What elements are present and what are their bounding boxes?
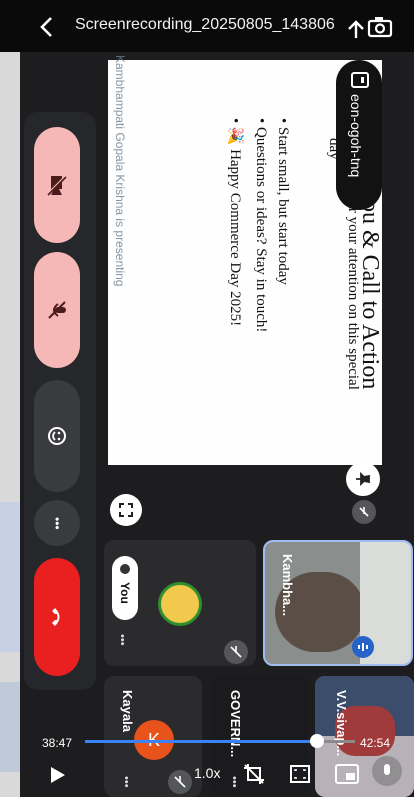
avatar	[158, 582, 202, 626]
end-call-button[interactable]	[34, 558, 80, 676]
picture-in-picture-icon	[335, 764, 359, 784]
vv-name: V.V.sivap...	[334, 690, 349, 757]
recording-title: Screenrecording_20250805_143806	[75, 16, 335, 33]
you-label: You	[118, 582, 132, 604]
slide-bullet: • Questions or ideas? Stay in touch!	[253, 118, 269, 333]
fit-screen-icon	[290, 765, 310, 783]
govern-more-button[interactable]: •••	[228, 776, 240, 788]
chevron-left-icon	[40, 17, 52, 37]
kayala-more-button[interactable]: •••	[120, 776, 132, 788]
reactions-button[interactable]	[34, 380, 80, 492]
side-app-strip	[0, 52, 20, 797]
playback-speed-button[interactable]: 1.0x	[194, 765, 220, 781]
pip-button[interactable]	[334, 762, 360, 786]
screenshot-button[interactable]	[367, 14, 393, 40]
speaking-indicator-icon	[352, 636, 374, 658]
total-time: 42:54	[360, 736, 391, 750]
back-button[interactable]	[34, 14, 60, 40]
play-icon	[51, 767, 65, 783]
mic-icon	[384, 764, 390, 775]
rotate-lock-button[interactable]	[242, 762, 266, 786]
play-button[interactable]	[46, 764, 68, 786]
phone-hangup-icon	[52, 608, 60, 626]
you-more-button[interactable]: •••	[116, 634, 128, 646]
expand-icon	[119, 503, 133, 517]
smiley-icon	[48, 427, 66, 445]
slide-bullet: • Start small, but start today	[275, 118, 291, 285]
pin-icon	[356, 471, 370, 487]
kayala-mic-off-icon	[168, 770, 192, 794]
mic-off-icon	[48, 301, 66, 319]
slide-title: ou & Call to Action	[357, 200, 383, 390]
mic-off-button[interactable]	[34, 252, 80, 368]
kambha-name: Kambha...	[280, 554, 295, 617]
fullscreen-button[interactable]	[110, 494, 142, 526]
fit-screen-button[interactable]	[288, 762, 312, 786]
more-options-button[interactable]: •••	[34, 500, 80, 546]
crop-off-icon	[244, 764, 264, 784]
presenter-mic-off-icon	[352, 500, 376, 524]
camera-icon	[367, 17, 393, 38]
camera-off-button[interactable]	[34, 127, 80, 243]
volume-button[interactable]	[372, 756, 402, 786]
more-dots-icon: •••	[50, 516, 64, 530]
you-mic-off-icon	[224, 640, 248, 664]
slide-bullet: • 🎉 Happy Commerce Day 2025!	[227, 118, 243, 327]
govern-name: GOVERN...	[228, 690, 243, 758]
progress-fill	[85, 740, 317, 743]
upload-button[interactable]	[345, 18, 367, 40]
seek-handle[interactable]	[310, 734, 324, 748]
meeting-info-icon	[350, 70, 370, 90]
pin-button[interactable]	[346, 462, 380, 496]
kayala-name: Kayala	[120, 690, 135, 732]
arrow-up-icon	[348, 20, 364, 38]
presenter-caption: Kambhampati Gopala Krishna is presenting	[113, 55, 127, 287]
video-off-icon	[47, 175, 67, 196]
hand-icon	[118, 562, 132, 576]
meeting-code: eon-ogoh-tnq	[348, 94, 364, 178]
